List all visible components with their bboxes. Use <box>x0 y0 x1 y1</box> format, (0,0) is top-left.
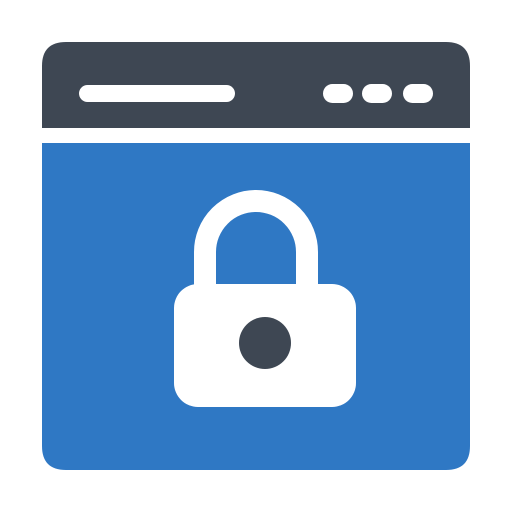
window-control-dot-1 <box>323 84 353 103</box>
secure-browser-window-icon <box>42 42 470 470</box>
window-control-dot-2 <box>362 84 392 103</box>
title-bar <box>42 42 470 128</box>
address-bar <box>79 85 235 102</box>
window-control-dot-3 <box>403 84 433 103</box>
keyhole <box>239 317 291 369</box>
